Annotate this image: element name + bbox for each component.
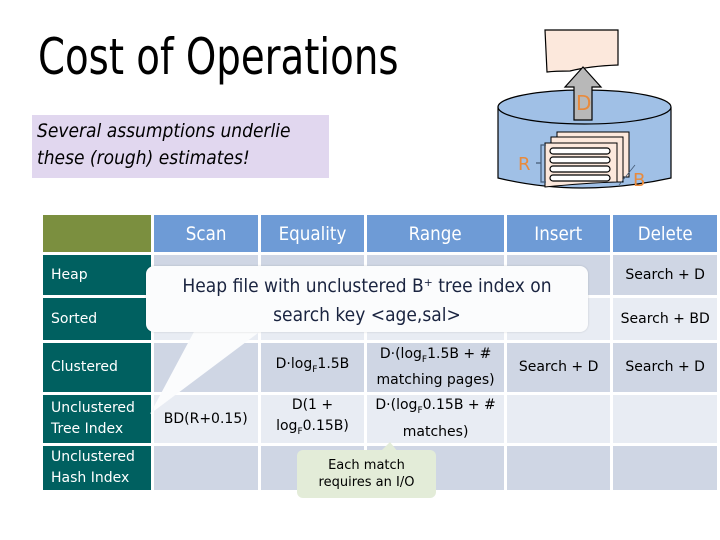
cell — [153, 343, 258, 392]
io-callout-line-1: Each match — [328, 458, 405, 473]
note-line-1: Several assumptions underlie — [37, 120, 291, 142]
cell-clustered-insert: Search + D — [506, 343, 611, 392]
slide-title: Cost of Operations — [38, 28, 399, 86]
cell — [613, 395, 717, 443]
index-callout: Heap file with unclustered B⁺ tree index… — [146, 266, 588, 332]
row-label-heap: Heap — [43, 255, 151, 295]
header-range: Range — [367, 215, 504, 252]
cell-clustered-delete: Search + D — [613, 343, 717, 392]
row-label-sorted: Sorted — [43, 298, 151, 340]
callout-line-2: search key <age,sal> — [273, 304, 461, 326]
cell — [506, 395, 611, 443]
cell-unc-tree-range: D·(logF0.15B + # matches) — [367, 395, 504, 443]
row-label-clustered: Clustered — [43, 343, 151, 392]
cell — [613, 446, 717, 490]
io-callout-line-2: requires an I/O — [318, 475, 415, 490]
table-row-clustered: Clustered D·logF1.5B D·(logF1.5B + # matc… — [43, 343, 717, 392]
assumptions-note: Several assumptions underlie these (roug… — [32, 115, 329, 178]
label-b: B — [633, 170, 645, 191]
table-row-unclustered-tree: Unclustered Tree Index BD(R+0.15) D(1 + lo… — [43, 395, 717, 443]
output-page-icon — [544, 29, 619, 73]
row-label-unclustered-hash: Unclustered Hash Index — [43, 446, 151, 490]
cell-clustered-range: D·(logF1.5B + # matching pages) — [367, 343, 504, 392]
cell-unc-tree-scan: BD(R+0.15) — [153, 395, 258, 443]
label-d: D — [576, 91, 591, 115]
cell-clustered-equality: D·logF1.5B — [260, 343, 365, 392]
header-equality: Equality — [260, 215, 365, 252]
pages-stack-icon — [536, 131, 636, 188]
cell-heap-delete: Search + D — [613, 255, 717, 295]
cell-sorted-delete: Search + BD — [613, 298, 717, 340]
cell — [153, 446, 258, 490]
callout-line-1: Heap file with unclustered B⁺ tree index… — [182, 275, 552, 297]
header-row: Scan Equality Range Insert Delete — [43, 215, 717, 252]
disk-diagram: D R B — [497, 29, 672, 191]
cell-unc-tree-equality: D(1 + logF0.15B) — [260, 395, 365, 443]
header-insert: Insert — [506, 215, 611, 252]
label-r: R — [518, 154, 531, 175]
io-callout: Each match requires an I/O — [297, 450, 436, 498]
row-label-unclustered-tree: Unclustered Tree Index — [43, 395, 151, 443]
header-corner — [43, 215, 151, 252]
cell — [506, 446, 611, 490]
header-delete: Delete — [613, 215, 717, 252]
header-scan: Scan — [153, 215, 258, 252]
note-line-2: these (rough) estimates! — [37, 147, 250, 169]
